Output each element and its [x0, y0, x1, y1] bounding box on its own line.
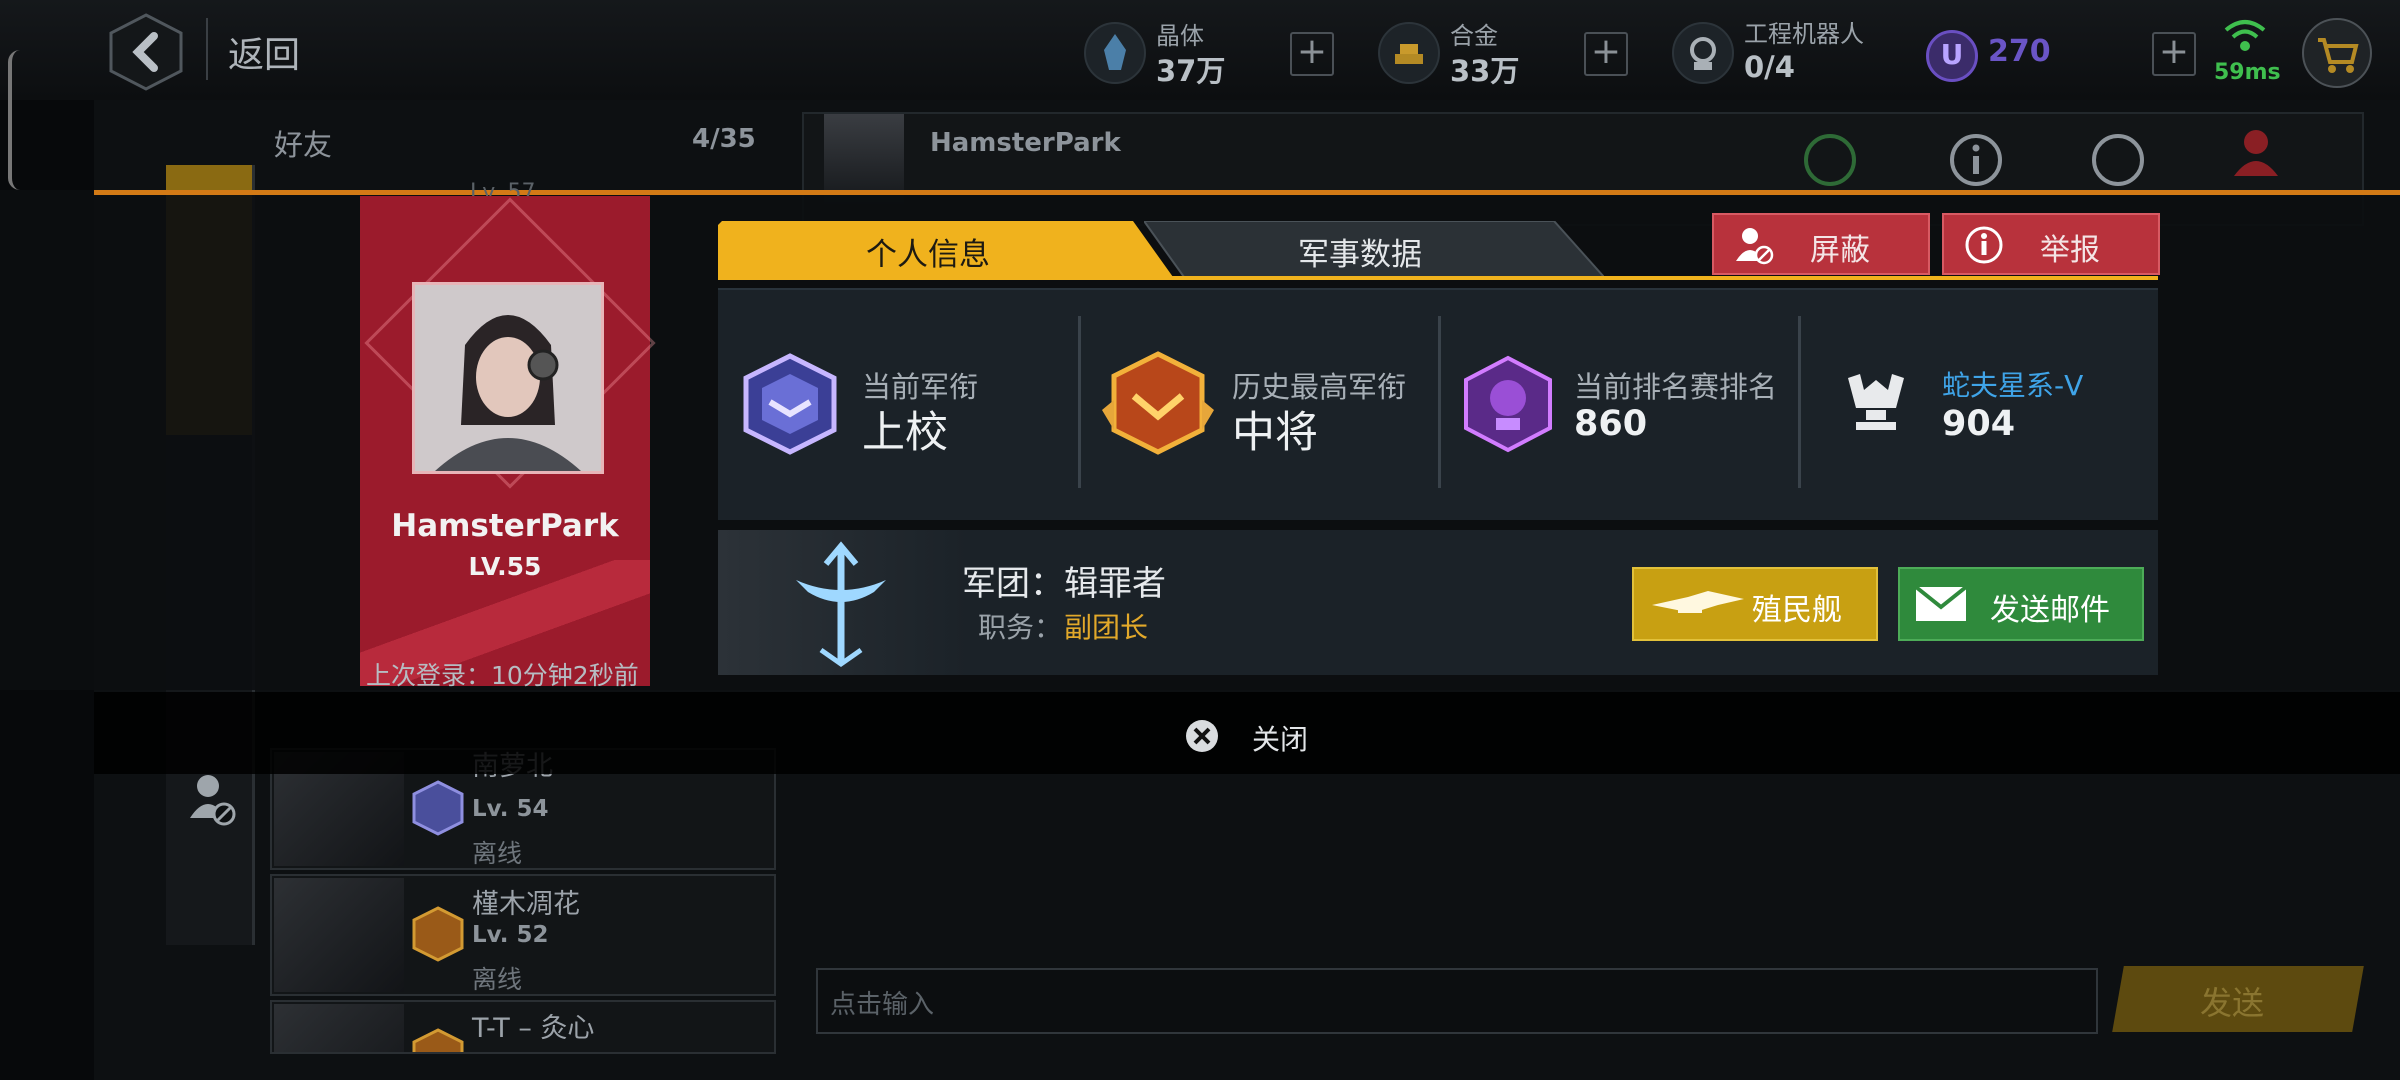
rank-badge-icon — [412, 780, 464, 836]
list-item[interactable]: T-T – 灸心 — [270, 1000, 776, 1054]
current-rank-value: 上校 — [862, 408, 948, 458]
legion-role-value: 副团长 — [1064, 611, 1149, 644]
chat-header-name: HamsterPark — [930, 128, 1121, 158]
chat-input-placeholder: 点击输入 — [830, 990, 935, 1020]
blocked-users-icon[interactable] — [186, 770, 236, 830]
friends-title: 好友 — [274, 128, 333, 162]
rank-divider — [1078, 316, 1081, 488]
colony-ship-icon — [1652, 591, 1744, 613]
robot-icon — [1672, 22, 1734, 84]
close-icon — [1186, 720, 1218, 752]
send-button-label: 发送 — [2200, 984, 2265, 1022]
friend-name: 槿木凋花 — [472, 889, 580, 920]
close-label: 关闭 — [1252, 723, 1309, 756]
shop-cart-button[interactable] — [2302, 18, 2372, 88]
back-label[interactable]: 返回 — [228, 26, 300, 78]
ranked-match-value: 860 — [1574, 404, 1648, 444]
friend-status-icon — [1800, 130, 1860, 194]
friend-name: T-T – 灸心 — [472, 1013, 595, 1044]
mail-icon — [1914, 585, 1968, 621]
highest-rank-badge-icon — [1098, 350, 1218, 464]
ranked-match-badge-icon — [1458, 352, 1558, 460]
info-icon — [1946, 130, 2006, 194]
crystal-label: 晶体 — [1156, 22, 1204, 50]
friend-status: 离线 — [472, 965, 523, 994]
add-crystal-button[interactable]: + — [1290, 32, 1334, 76]
tab-personal-info-label: 个人信息 — [866, 237, 990, 273]
block-button-label: 屏蔽 — [1810, 233, 1870, 268]
ping-value: 59ms — [2214, 60, 2281, 85]
add-alloy-button[interactable]: + — [1584, 32, 1628, 76]
highest-rank-value: 中将 — [1232, 408, 1318, 458]
close-button[interactable]: 关闭 — [1182, 716, 1402, 756]
colony-ship-label: 殖民舰 — [1752, 593, 1842, 628]
chat-input[interactable]: 点击输入 — [816, 968, 2098, 1034]
robot-value: 0/4 — [1744, 50, 1795, 84]
profile-name: HamsterPark — [391, 508, 619, 544]
list-item[interactable]: 槿木凋花 Lv. 52 离线 — [270, 874, 776, 996]
block-user-icon — [1736, 228, 1774, 265]
legion-name: 军团：辑罪者 — [962, 564, 1166, 604]
crystal-icon — [1084, 22, 1146, 84]
alloy-icon — [1378, 22, 1440, 84]
friend-status: 离线 — [472, 839, 523, 868]
rank-badge-icon — [412, 906, 464, 962]
report-info-icon — [1965, 226, 2003, 264]
rank-divider — [1438, 316, 1441, 488]
ranked-match-label: 当前排名赛排名 — [1574, 370, 1778, 404]
alloy-value: 33万 — [1450, 54, 1520, 88]
galaxy-value: 904 — [1942, 404, 2016, 444]
back-button[interactable] — [108, 12, 184, 92]
rank-divider — [1798, 316, 1801, 488]
avatar — [274, 878, 404, 992]
profile-level: LV.55 — [468, 552, 542, 581]
legion-icon — [2088, 130, 2148, 194]
add-premium-button[interactable]: + — [2152, 32, 2196, 76]
modal-top-border — [94, 190, 2400, 195]
rank-badge-icon — [412, 1028, 464, 1052]
block-button[interactable]: 屏蔽 — [1712, 213, 1930, 275]
send-mail-label: 发送邮件 — [1990, 593, 2110, 628]
tab-underline — [718, 276, 2158, 280]
report-button[interactable]: 举报 — [1942, 213, 2160, 275]
robot-label: 工程机器人 — [1744, 20, 1864, 48]
current-rank-badge-icon — [740, 352, 840, 460]
last-login: 上次登录：10分钟2秒前 — [366, 661, 639, 690]
galaxy-trophy-icon — [1840, 368, 1912, 444]
profile-avatar — [412, 282, 604, 474]
friend-level: Lv. 54 — [472, 796, 549, 822]
alloy-label: 合金 — [1450, 22, 1498, 50]
colony-ship-button[interactable]: 殖民舰 — [1632, 567, 1878, 641]
send-mail-button[interactable]: 发送邮件 — [1898, 567, 2144, 641]
report-button-label: 举报 — [2040, 233, 2100, 268]
crystal-value: 37万 — [1156, 54, 1226, 88]
legion-role-label: 职务： — [978, 611, 1063, 644]
avatar — [274, 1004, 404, 1052]
wifi-icon — [2222, 16, 2268, 60]
back-hex-frame-icon — [109, 13, 183, 91]
friends-count: 4/35 — [692, 124, 756, 154]
tab-personal-info[interactable]: 个人信息 — [718, 221, 1173, 277]
galaxy-label[interactable]: 蛇夫星系-V — [1942, 364, 2083, 404]
legion-emblem-icon — [776, 540, 906, 674]
tab-military-data-label: 军事数据 — [1298, 237, 1422, 273]
back-divider — [206, 18, 208, 80]
tab-military-data[interactable]: 军事数据 — [1142, 220, 1607, 278]
premium-currency-icon: U — [1926, 30, 1978, 82]
premium-value: 270 — [1988, 34, 2051, 69]
edge-handle — [8, 50, 20, 190]
remove-friend-icon — [2228, 126, 2288, 194]
cart-icon — [2318, 38, 2359, 73]
friend-level: Lv. 52 — [472, 922, 549, 948]
